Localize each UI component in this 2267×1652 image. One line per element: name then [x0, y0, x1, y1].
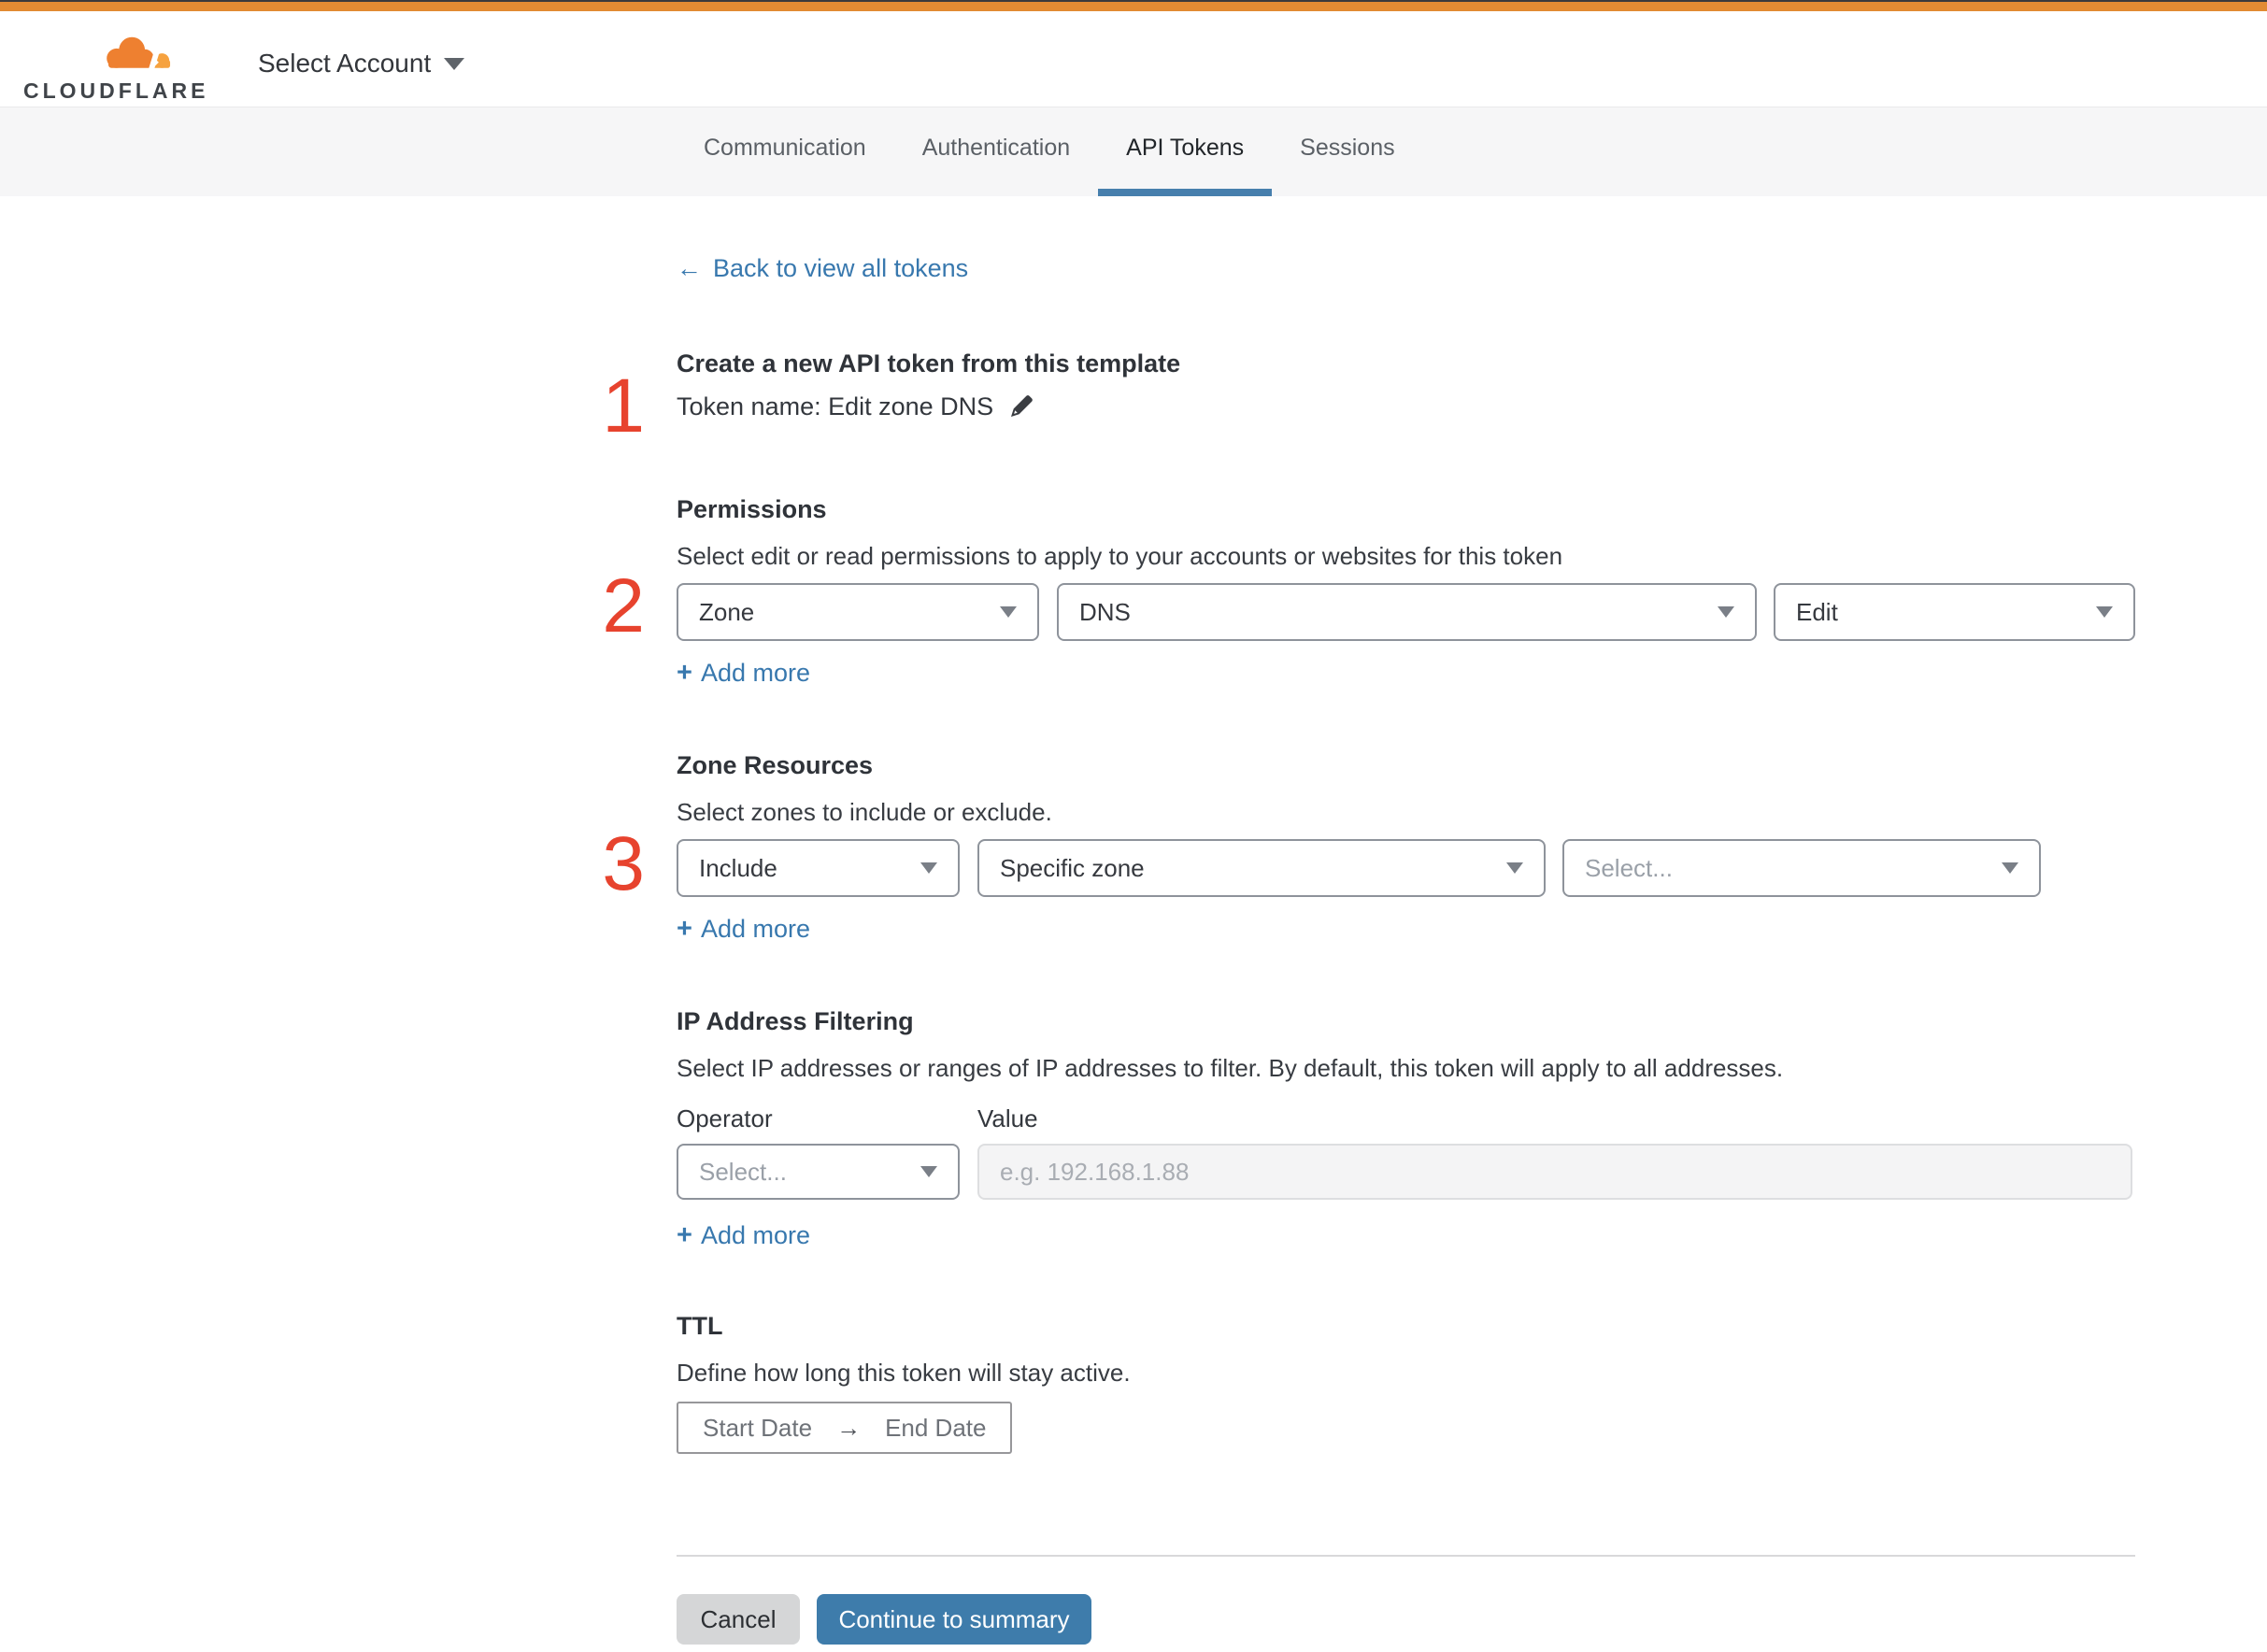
- permission-scope-select[interactable]: Zone: [677, 583, 1039, 641]
- tab-communication[interactable]: Communication: [676, 107, 894, 196]
- ip-filtering-heading: IP Address Filtering: [677, 1007, 914, 1035]
- account-selector[interactable]: Select Account: [258, 49, 465, 78]
- caret-down-icon: [1000, 606, 1017, 618]
- ip-value-input[interactable]: [977, 1144, 2132, 1200]
- step-number-3: 3: [602, 821, 645, 906]
- step-number-1: 1: [602, 363, 645, 449]
- cloudflare-logo: CLOUDFLARE: [23, 32, 205, 103]
- cloudflare-create-token-page: CLOUDFLARE Select Account Communication …: [0, 0, 2267, 1652]
- caret-down-icon: [2096, 606, 2113, 618]
- arrow-right-icon: →: [836, 1413, 862, 1442]
- template-heading: Create a new API token from this templat…: [677, 349, 1181, 377]
- zone-picker-placeholder: Select...: [1585, 853, 1673, 882]
- tab-sessions[interactable]: Sessions: [1272, 107, 1422, 196]
- permission-access-select[interactable]: Edit: [1774, 583, 2135, 641]
- ip-filtering-description: Select IP addresses or ranges of IP addr…: [677, 1054, 1784, 1082]
- caret-down-icon: [920, 1166, 937, 1177]
- caret-down-icon: [1718, 606, 1734, 618]
- ip-operator-placeholder: Select...: [699, 1157, 787, 1186]
- footer-divider: [677, 1555, 2135, 1557]
- account-selector-label: Select Account: [258, 49, 432, 78]
- zone-operator-value: Include: [699, 853, 777, 882]
- plus-icon: +: [677, 914, 692, 944]
- add-more-label: Add more: [700, 1221, 810, 1249]
- zone-scope-select[interactable]: Specific zone: [977, 839, 1546, 897]
- step-number-2: 2: [602, 563, 645, 648]
- cloudflare-cloud-icon: [107, 36, 171, 73]
- zone-picker-select[interactable]: Select...: [1562, 839, 2041, 897]
- back-link[interactable]: ← Back to view all tokens: [677, 254, 968, 283]
- token-name-text: Token name: Edit zone DNS: [677, 392, 994, 420]
- add-more-label: Add more: [700, 915, 810, 943]
- tab-authentication[interactable]: Authentication: [894, 107, 1098, 196]
- caret-down-icon: [1506, 862, 1523, 874]
- token-name-line: Token name: Edit zone DNS: [677, 392, 1034, 421]
- back-link-label: Back to view all tokens: [713, 254, 969, 282]
- add-more-label: Add more: [700, 659, 810, 687]
- operator-label: Operator: [677, 1104, 773, 1132]
- permissions-description: Select edit or read permissions to apply…: [677, 542, 1563, 570]
- permission-service-value: DNS: [1079, 597, 1131, 626]
- end-date-label: End Date: [885, 1413, 987, 1442]
- ttl-date-range[interactable]: Start Date → End Date: [677, 1402, 1013, 1454]
- add-more-permissions-link[interactable]: + Add more: [677, 658, 810, 689]
- permission-scope-value: Zone: [699, 597, 755, 626]
- tab-bar: Communication Authentication API Tokens …: [0, 107, 2267, 196]
- start-date-label: Start Date: [703, 1413, 813, 1442]
- edit-pencil-icon[interactable]: [1006, 393, 1034, 421]
- brand-accent-bar: [0, 2, 2267, 11]
- permission-service-select[interactable]: DNS: [1057, 583, 1757, 641]
- tab-api-tokens[interactable]: API Tokens: [1098, 107, 1273, 196]
- plus-icon: +: [677, 658, 692, 688]
- ttl-description: Define how long this token will stay act…: [677, 1359, 1131, 1387]
- arrow-left-icon: ←: [677, 254, 702, 282]
- ttl-heading: TTL: [677, 1312, 723, 1340]
- caret-down-icon: [444, 57, 465, 70]
- add-more-zone-resources-link[interactable]: + Add more: [677, 914, 810, 945]
- continue-to-summary-button[interactable]: Continue to summary: [817, 1594, 1091, 1645]
- cloudflare-wordmark: CLOUDFLARE: [23, 78, 209, 103]
- zone-scope-value: Specific zone: [1000, 853, 1145, 882]
- plus-icon: +: [677, 1220, 692, 1250]
- permission-access-value: Edit: [1796, 597, 1838, 626]
- header: CLOUDFLARE Select Account: [0, 11, 2267, 107]
- value-label: Value: [977, 1104, 1038, 1132]
- ip-operator-select[interactable]: Select...: [677, 1144, 960, 1200]
- permissions-heading: Permissions: [677, 495, 827, 523]
- cancel-button[interactable]: Cancel: [677, 1594, 800, 1645]
- caret-down-icon: [920, 862, 937, 874]
- zone-resources-heading: Zone Resources: [677, 751, 874, 779]
- zone-operator-select[interactable]: Include: [677, 839, 960, 897]
- add-more-ip-filter-link[interactable]: + Add more: [677, 1220, 810, 1251]
- zone-resources-description: Select zones to include or exclude.: [677, 798, 1052, 826]
- caret-down-icon: [2002, 862, 2018, 874]
